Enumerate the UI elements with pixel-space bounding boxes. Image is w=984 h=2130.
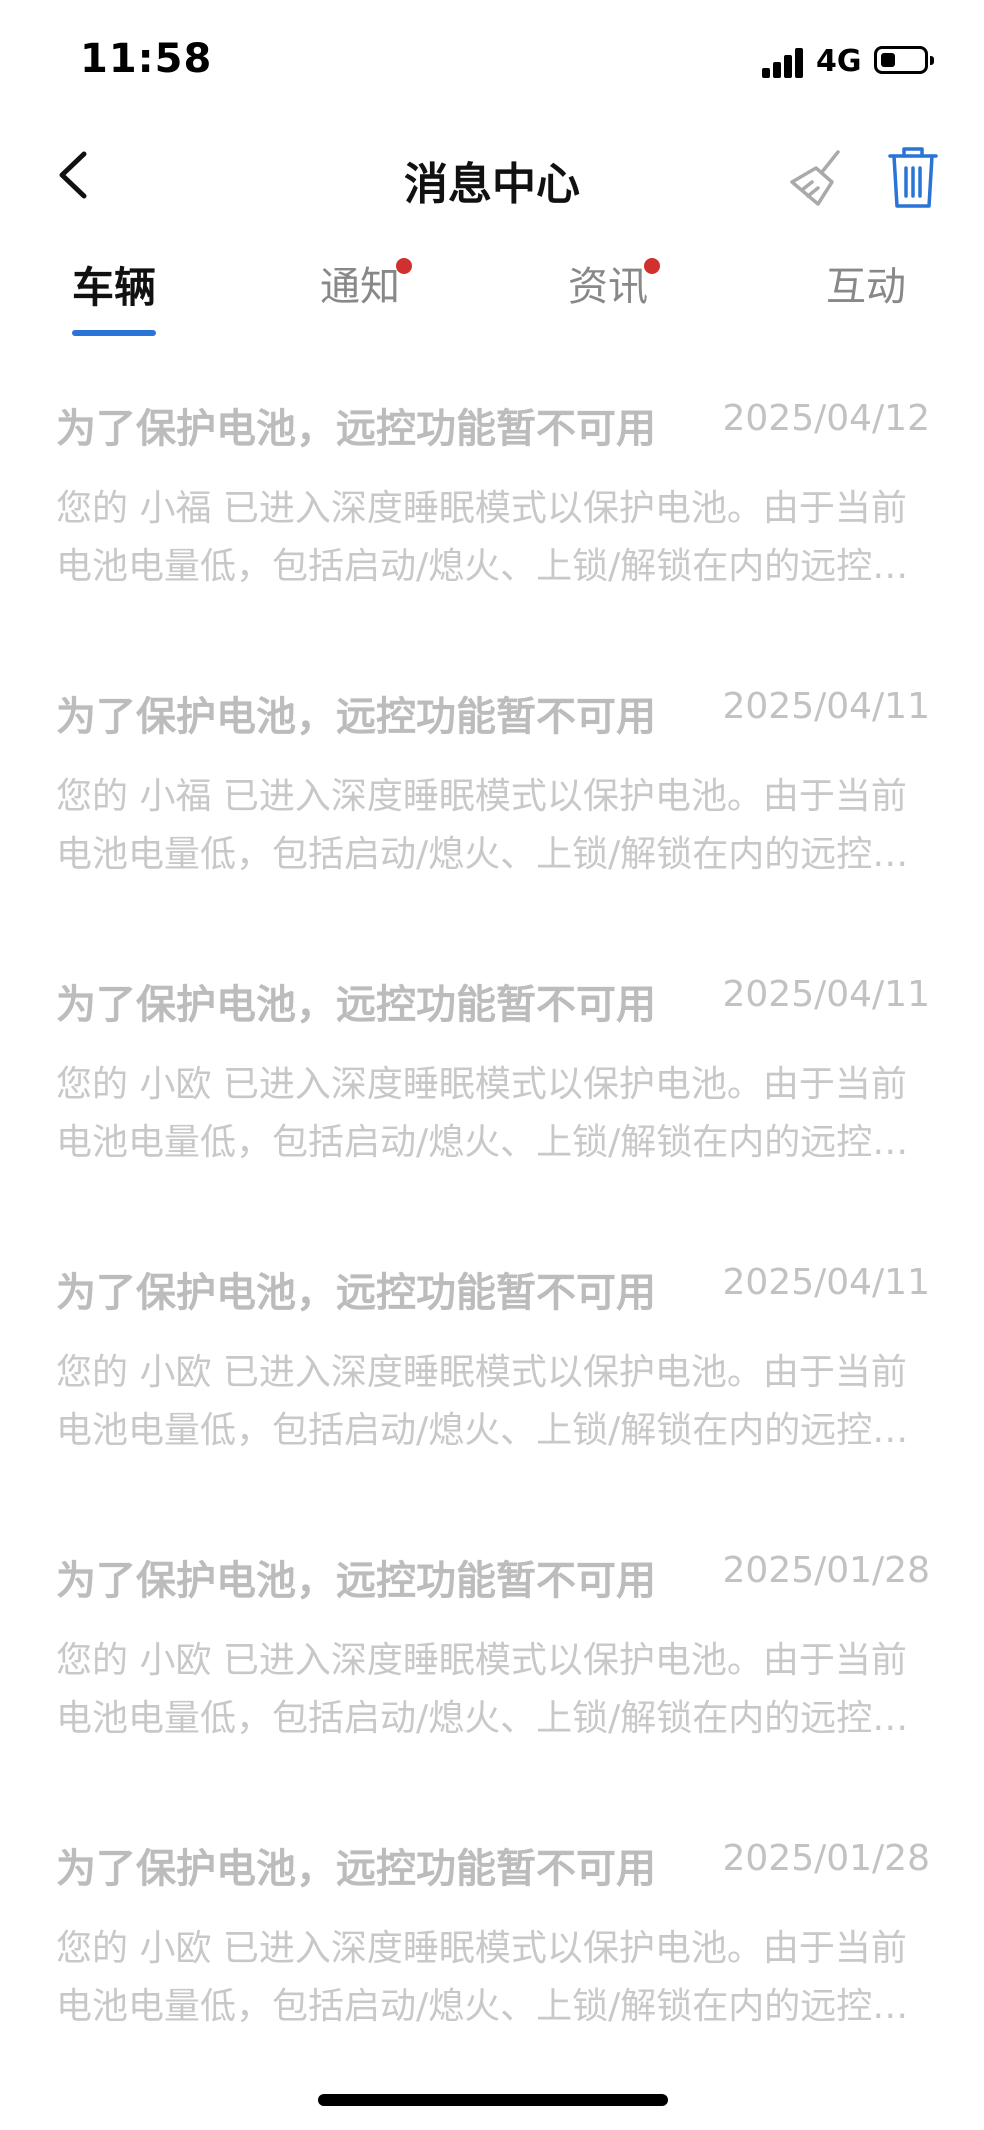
message-body-line: 您的 小福 已进入深度睡眠模式以保护电池。由于当前 <box>56 488 907 529</box>
broom-icon <box>790 150 840 206</box>
message-item[interactable]: 为了保护电池，远控功能暂不可用 2025/01/28 您的 小欧 已进入深度睡眠… <box>56 1820 930 2080</box>
message-date: 2025/04/11 <box>722 686 931 727</box>
message-body: 您的 小欧 已进入深度睡眠模式以保护电池。由于当前 电池电量低，包括启动/熄火、… <box>56 1920 930 2036</box>
tab-label: 资讯 <box>568 264 648 310</box>
message-date: 2025/01/28 <box>722 1550 931 1591</box>
unread-dot <box>644 258 660 274</box>
chevron-left-icon <box>59 151 87 199</box>
message-date: 2025/01/28 <box>722 1838 931 1879</box>
message-body-line: 电池电量低，包括启动/熄火、上锁/解锁在内的远控… <box>56 1986 909 2027</box>
message-date: 2025/04/12 <box>722 398 931 439</box>
tab-news[interactable]: 资讯 <box>568 254 660 334</box>
tab-label: 互动 <box>826 264 906 310</box>
delete-button[interactable] <box>878 140 948 214</box>
message-date: 2025/04/11 <box>722 974 931 1015</box>
signal-icon <box>762 46 806 78</box>
message-title: 为了保护电池，远控功能暂不可用 <box>56 1558 656 1604</box>
message-title: 为了保护电池，远控功能暂不可用 <box>56 1270 656 1316</box>
network-type: 4G <box>816 44 862 79</box>
message-body: 您的 小欧 已进入深度睡眠模式以保护电池。由于当前 电池电量低，包括启动/熄火、… <box>56 1056 930 1172</box>
status-time: 11:58 <box>80 36 213 82</box>
message-item[interactable]: 为了保护电池，远控功能暂不可用 2025/01/28 您的 小欧 已进入深度睡眠… <box>56 1532 930 1792</box>
tab-active-indicator <box>72 330 157 336</box>
message-body-line: 电池电量低，包括启动/熄火、上锁/解锁在内的远控… <box>56 1122 909 1163</box>
message-body: 您的 小福 已进入深度睡眠模式以保护电池。由于当前 电池电量低，包括启动/熄火、… <box>56 480 930 596</box>
battery-icon <box>874 46 934 74</box>
message-body: 您的 小欧 已进入深度睡眠模式以保护电池。由于当前 电池电量低，包括启动/熄火、… <box>56 1632 930 1748</box>
message-title: 为了保护电池，远控功能暂不可用 <box>56 694 656 740</box>
message-body-line: 您的 小欧 已进入深度睡眠模式以保护电池。由于当前 <box>56 1352 907 1393</box>
message-body-line: 您的 小福 已进入深度睡眠模式以保护电池。由于当前 <box>56 776 907 817</box>
home-indicator[interactable] <box>318 2094 668 2106</box>
tab-vehicle[interactable]: 车辆 <box>72 254 157 336</box>
status-bar: 11:58 4G <box>0 0 984 120</box>
message-item[interactable]: 为了保护电池，远控功能暂不可用 2025/04/11 您的 小欧 已进入深度睡眠… <box>56 1244 930 1504</box>
message-item[interactable]: 为了保护电池，远控功能暂不可用 2025/04/11 您的 小福 已进入深度睡眠… <box>56 668 930 928</box>
tab-label: 车辆 <box>72 263 157 312</box>
clear-all-button[interactable] <box>782 142 852 212</box>
message-body-line: 电池电量低，包括启动/熄火、上锁/解锁在内的远控… <box>56 546 909 587</box>
nav-bar: 消息中心 <box>0 130 984 230</box>
message-body-line: 电池电量低，包括启动/熄火、上锁/解锁在内的远控… <box>56 834 909 875</box>
message-title: 为了保护电池，远控功能暂不可用 <box>56 406 656 452</box>
message-body: 您的 小欧 已进入深度睡眠模式以保护电池。由于当前 电池电量低，包括启动/熄火、… <box>56 1344 930 1460</box>
back-button[interactable] <box>40 140 110 210</box>
message-date: 2025/04/11 <box>722 1262 931 1303</box>
message-body-line: 您的 小欧 已进入深度睡眠模式以保护电池。由于当前 <box>56 1640 907 1681</box>
message-item[interactable]: 为了保护电池，远控功能暂不可用 2025/04/11 您的 小欧 已进入深度睡眠… <box>56 956 930 1216</box>
tab-notification[interactable]: 通知 <box>320 254 412 334</box>
tab-label: 通知 <box>320 264 400 310</box>
message-body-line: 电池电量低，包括启动/熄火、上锁/解锁在内的远控… <box>56 1410 909 1451</box>
tab-interaction[interactable]: 互动 <box>826 254 906 334</box>
tab-bar: 车辆 通知 资讯 互动 <box>0 240 984 350</box>
unread-dot <box>396 258 412 274</box>
message-body-line: 电池电量低，包括启动/熄火、上锁/解锁在内的远控… <box>56 1698 909 1739</box>
message-body: 您的 小福 已进入深度睡眠模式以保护电池。由于当前 电池电量低，包括启动/熄火、… <box>56 768 930 884</box>
message-body-line: 您的 小欧 已进入深度睡眠模式以保护电池。由于当前 <box>56 1928 907 1969</box>
message-title: 为了保护电池，远控功能暂不可用 <box>56 1846 656 1892</box>
message-item[interactable]: 为了保护电池，远控功能暂不可用 2025/04/12 您的 小福 已进入深度睡眠… <box>56 380 930 640</box>
message-body-line: 您的 小欧 已进入深度睡眠模式以保护电池。由于当前 <box>56 1064 907 1105</box>
message-title: 为了保护电池，远控功能暂不可用 <box>56 982 656 1028</box>
trash-icon <box>888 147 938 208</box>
